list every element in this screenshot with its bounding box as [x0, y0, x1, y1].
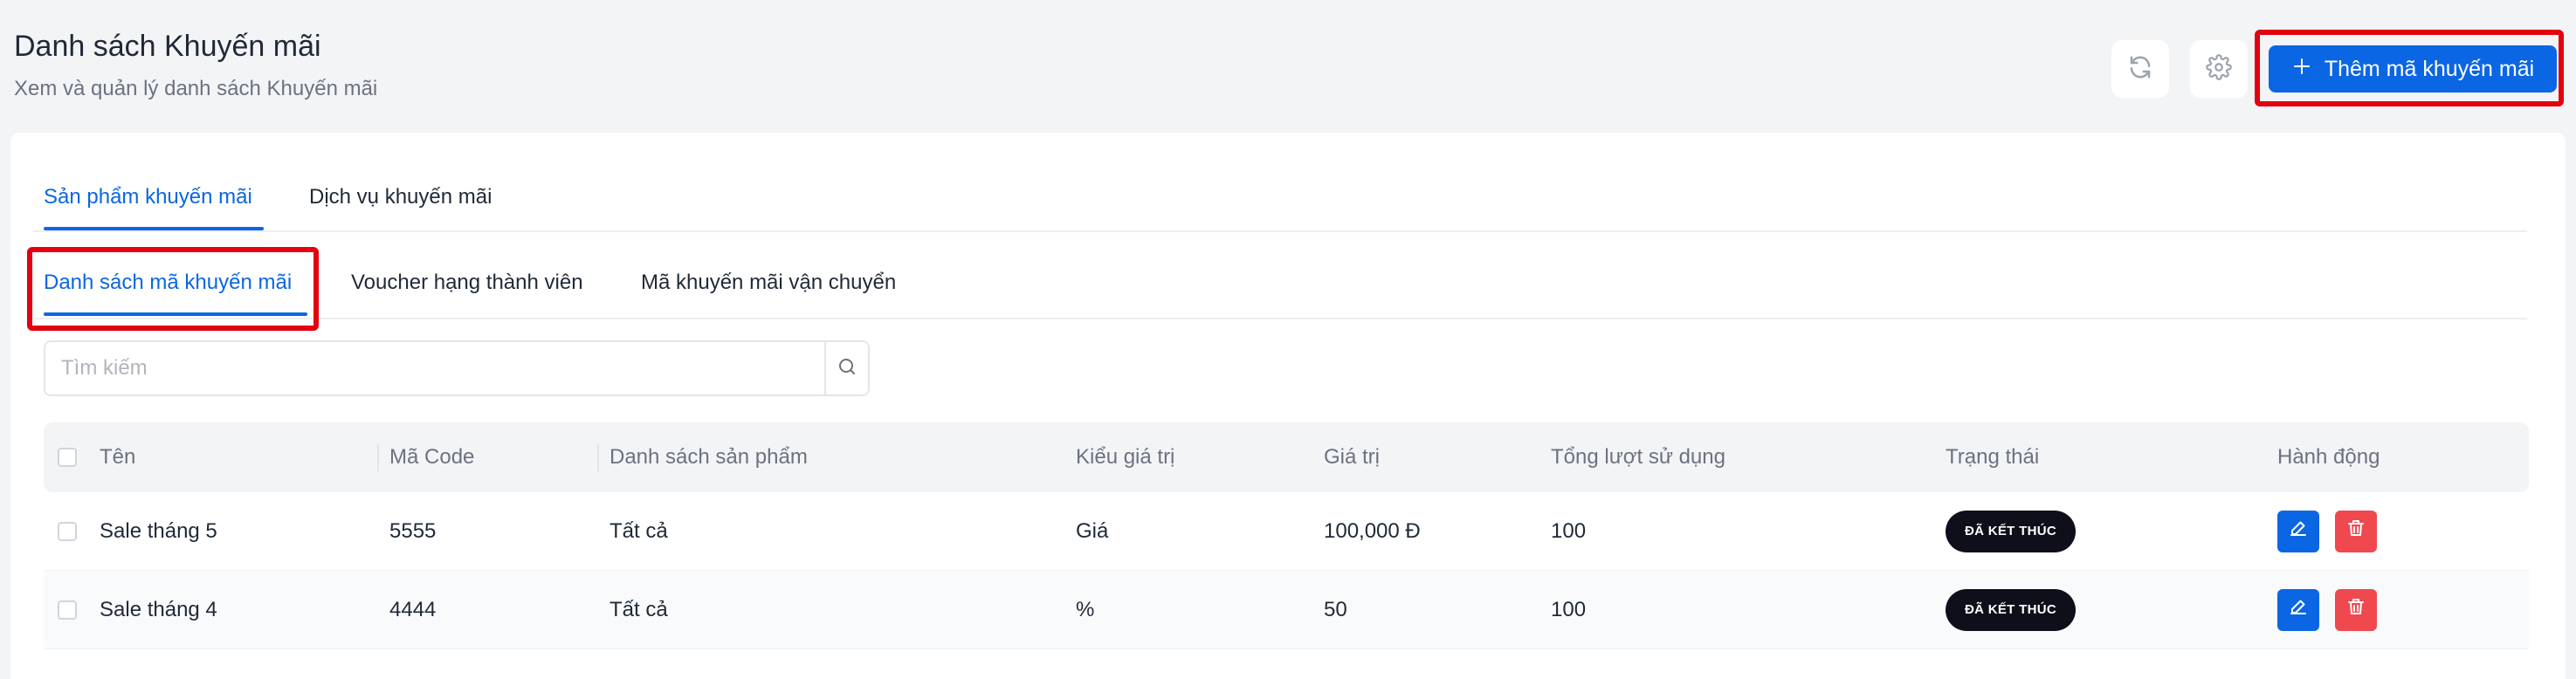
column-separator — [377, 443, 379, 471]
subtab-voucher-hang-thanh-vien[interactable]: Voucher hạng thành viên — [351, 271, 583, 295]
search-button[interactable] — [824, 342, 868, 394]
tab-san-pham-khuyen-mai[interactable]: Sản phẩm khuyến mãi — [44, 185, 252, 209]
add-promotion-label: Thêm mã khuyến mãi — [2324, 56, 2535, 81]
column-header: Hành động — [2277, 445, 2380, 469]
column-header: Giá trị — [1324, 445, 1381, 469]
add-promotion-button[interactable]: Thêm mã khuyến mãi — [2269, 45, 2557, 93]
table-row[interactable]: Sale tháng 4 4444 Tất cả % 50 100 ĐÃ KẾT… — [44, 571, 2529, 649]
cell-value: 50 — [1324, 597, 1347, 621]
edit-button[interactable] — [2277, 510, 2319, 552]
column-header: Mã Code — [389, 445, 475, 469]
select-all-checkbox[interactable] — [58, 448, 77, 467]
column-header: Danh sách sản phẩm — [610, 445, 808, 469]
edit-button[interactable] — [2277, 588, 2319, 631]
cell-value-type: Giá — [1076, 518, 1109, 543]
subtab-ma-khuyen-mai-van-chuyen[interactable]: Mã khuyến mãi vận chuyển — [641, 271, 896, 295]
search-box — [44, 340, 870, 396]
cell-value: 100,000 Đ — [1324, 518, 1421, 543]
status-badge: ĐÃ KẾT THÚC — [1946, 588, 2076, 631]
delete-button[interactable] — [2335, 510, 2377, 552]
row-checkbox[interactable] — [58, 521, 77, 541]
search-input[interactable] — [45, 342, 826, 394]
plus-icon — [2291, 56, 2312, 83]
row-checkbox[interactable] — [58, 600, 77, 620]
trash-icon — [2345, 596, 2366, 623]
settings-button[interactable] — [2190, 40, 2248, 98]
page-title: Danh sách Khuyến mãi — [14, 30, 321, 63]
subtab-highlight — [27, 247, 319, 331]
main-tabs: Sản phẩm khuyến mãi Dịch vụ khuyến mãi — [33, 183, 2527, 232]
edit-icon — [2288, 596, 2309, 623]
sub-tabs: Danh sách mã khuyến mãi Voucher hạng thà… — [33, 267, 2527, 319]
column-header: Tên — [100, 445, 136, 469]
cell-products: Tất cả — [610, 597, 668, 621]
column-separator — [597, 443, 599, 471]
cell-code: 4444 — [389, 597, 437, 621]
page-subtitle: Xem và quản lý danh sách Khuyến mãi — [14, 77, 378, 100]
refresh-icon — [2127, 54, 2153, 85]
edit-icon — [2288, 518, 2309, 545]
cell-name: Sale tháng 5 — [100, 518, 217, 543]
cell-name: Sale tháng 4 — [100, 597, 217, 621]
column-header: Tổng lượt sử dụng — [1551, 445, 1725, 469]
cell-value-type: % — [1076, 597, 1095, 621]
cell-code: 5555 — [389, 518, 437, 543]
cell-products: Tất cả — [610, 518, 668, 543]
search-icon — [837, 356, 858, 381]
cell-total-usage: 100 — [1551, 518, 1587, 543]
tab-dich-vu-khuyen-mai[interactable]: Dịch vụ khuyến mãi — [309, 185, 492, 209]
gear-icon — [2206, 53, 2232, 85]
column-header: Trạng thái — [1946, 445, 2040, 469]
table-header: Tên Mã Code Danh sách sản phẩm Kiểu giá … — [44, 422, 2529, 492]
cell-total-usage: 100 — [1551, 597, 1587, 621]
column-header: Kiểu giá trị — [1076, 445, 1175, 469]
active-tab-underline — [44, 227, 264, 230]
delete-button[interactable] — [2335, 588, 2377, 631]
trash-icon — [2345, 518, 2366, 545]
promotion-table: Tên Mã Code Danh sách sản phẩm Kiểu giá … — [44, 422, 2529, 649]
table-row[interactable]: Sale tháng 5 5555 Tất cả Giá 100,000 Đ 1… — [44, 492, 2529, 571]
refresh-button[interactable] — [2111, 40, 2169, 98]
status-badge: ĐÃ KẾT THÚC — [1946, 510, 2076, 552]
